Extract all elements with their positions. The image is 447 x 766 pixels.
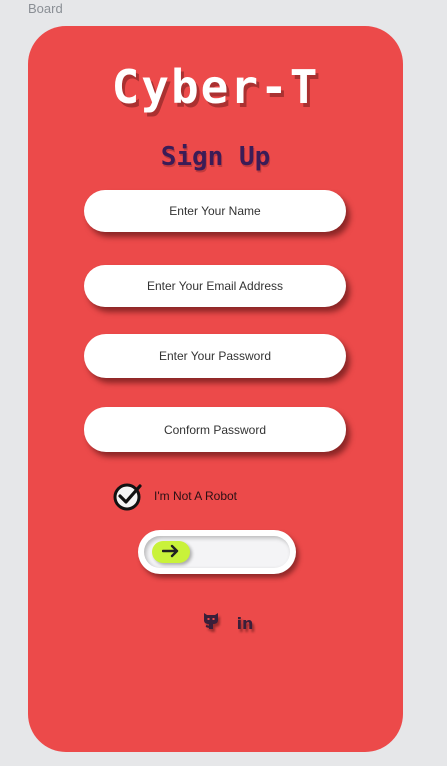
check-circle-icon bbox=[112, 480, 144, 512]
linkedin-icon: in bbox=[236, 613, 254, 633]
slider-track[interactable] bbox=[144, 536, 290, 568]
confirm-password-field[interactable] bbox=[84, 407, 346, 452]
signup-card: Cyber-T Sign Up I'm Not A Robot bbox=[28, 26, 403, 752]
robot-checkbox-label: I'm Not A Robot bbox=[154, 489, 237, 503]
submit-slider[interactable] bbox=[138, 530, 296, 574]
name-field[interactable] bbox=[84, 190, 346, 232]
page-title: Sign Up bbox=[160, 142, 271, 172]
linkedin-link[interactable]: in bbox=[234, 612, 256, 634]
slider-handle[interactable] bbox=[152, 541, 190, 563]
github-link[interactable] bbox=[200, 612, 222, 634]
github-icon bbox=[202, 611, 220, 635]
board-label: Board bbox=[28, 1, 63, 16]
social-links: in bbox=[200, 612, 256, 634]
password-field[interactable] bbox=[84, 334, 346, 378]
robot-checkbox[interactable]: I'm Not A Robot bbox=[112, 480, 237, 512]
arrow-right-icon bbox=[161, 543, 180, 562]
email-field[interactable] bbox=[84, 265, 346, 307]
logo-text: Cyber-T bbox=[111, 60, 320, 114]
